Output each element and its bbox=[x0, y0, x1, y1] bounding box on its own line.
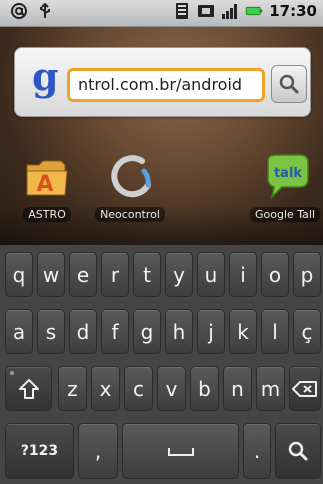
comma-key[interactable]: , bbox=[78, 423, 118, 479]
key-y[interactable]: y bbox=[165, 252, 193, 297]
status-bar-right-icons: 17:30 bbox=[173, 2, 317, 20]
key-u[interactable]: u bbox=[197, 252, 225, 297]
magnifier-icon bbox=[279, 74, 299, 94]
shift-arrow-icon bbox=[18, 378, 39, 399]
app-label: Google Tall bbox=[250, 207, 321, 222]
key-c[interactable]: c bbox=[124, 366, 153, 411]
key-w[interactable]: w bbox=[37, 252, 65, 297]
key-a[interactable]: a bbox=[5, 309, 33, 354]
key-r[interactable]: r bbox=[101, 252, 129, 297]
svg-text:talk: talk bbox=[274, 166, 302, 181]
key-h[interactable]: h bbox=[165, 309, 193, 354]
period-key[interactable]: . bbox=[243, 423, 271, 479]
backspace-icon bbox=[292, 380, 317, 397]
key-x[interactable]: x bbox=[91, 366, 120, 411]
key-c-cedilla[interactable]: ç bbox=[293, 309, 321, 354]
key-l[interactable]: l bbox=[261, 309, 289, 354]
key-p[interactable]: p bbox=[293, 252, 321, 297]
key-o[interactable]: o bbox=[261, 252, 289, 297]
key-t[interactable]: t bbox=[133, 252, 161, 297]
key-n[interactable]: n bbox=[223, 366, 252, 411]
sd-card-icon bbox=[173, 2, 191, 20]
key-j[interactable]: j bbox=[197, 309, 225, 354]
usb-icon bbox=[36, 2, 54, 20]
battery-icon bbox=[245, 2, 263, 20]
key-dot bbox=[10, 371, 14, 375]
key-k[interactable]: k bbox=[229, 309, 257, 354]
key-m[interactable]: m bbox=[256, 366, 285, 411]
search-key[interactable] bbox=[275, 423, 321, 479]
search-icon bbox=[288, 441, 308, 461]
space-key[interactable] bbox=[122, 423, 239, 479]
key-i[interactable]: i bbox=[229, 252, 257, 297]
backspace-key[interactable] bbox=[289, 366, 321, 411]
soft-keyboard: q w e r t y u i o p a s d f g h j k l ç … bbox=[0, 245, 323, 484]
shift-key[interactable] bbox=[5, 366, 52, 411]
app-neocontrol[interactable]: Neocontrol bbox=[90, 151, 170, 222]
search-button[interactable] bbox=[271, 65, 307, 103]
app-astro[interactable]: A ASTRO bbox=[7, 151, 87, 222]
app-label: Neocontrol bbox=[95, 207, 165, 222]
key-q[interactable]: q bbox=[5, 252, 33, 297]
key-s[interactable]: s bbox=[37, 309, 65, 354]
key-e[interactable]: e bbox=[69, 252, 97, 297]
symbols-key[interactable]: ?123 bbox=[5, 423, 74, 479]
key-d[interactable]: d bbox=[69, 309, 97, 354]
key-b[interactable]: b bbox=[190, 366, 219, 411]
key-f[interactable]: f bbox=[101, 309, 129, 354]
talk-bubble-icon: talk bbox=[262, 151, 314, 203]
svg-text:A: A bbox=[36, 172, 53, 197]
google-logo: g bbox=[32, 54, 59, 99]
space-bar-icon bbox=[167, 448, 194, 456]
folder-icon: A bbox=[21, 151, 73, 203]
google-search-widget: g ntrol.com.br/android bbox=[14, 47, 311, 117]
neocontrol-icon bbox=[104, 151, 156, 203]
search-input[interactable]: ntrol.com.br/android bbox=[67, 68, 265, 102]
signal-icon bbox=[221, 2, 239, 20]
at-sign-icon bbox=[10, 2, 28, 20]
app-label: ASTRO bbox=[23, 207, 71, 222]
key-g[interactable]: g bbox=[133, 309, 161, 354]
sim-icon bbox=[197, 2, 215, 20]
home-screen: g ntrol.com.br/android A ASTRO Neocontro… bbox=[0, 27, 323, 245]
status-bar-left-icons bbox=[10, 2, 54, 20]
status-bar: 17:30 bbox=[0, 0, 323, 27]
key-z[interactable]: z bbox=[58, 366, 87, 411]
app-google-talk[interactable]: talk Google Tall bbox=[248, 151, 323, 222]
status-clock: 17:30 bbox=[269, 2, 317, 20]
key-v[interactable]: v bbox=[157, 366, 186, 411]
